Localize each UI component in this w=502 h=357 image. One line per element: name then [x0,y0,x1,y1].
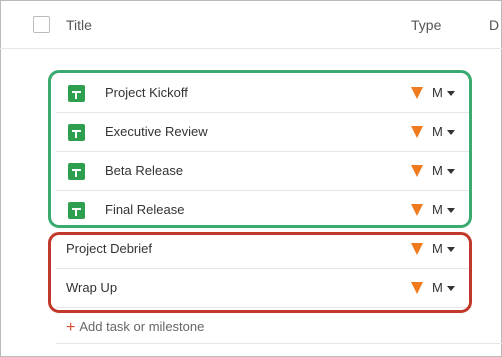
tasks-highlight-box [48,232,472,313]
select-all-checkbox[interactable] [33,16,50,33]
add-task-label: Add task or milestone [79,319,205,334]
divider [56,343,502,344]
column-header-title[interactable]: Title [66,17,92,33]
table-header: Title Type D [0,0,502,49]
milestones-highlight-box [48,70,472,228]
plus-icon: + [66,319,76,336]
column-header-next[interactable]: D [489,17,499,33]
column-header-type[interactable]: Type [411,17,441,33]
add-task-button[interactable]: + Add task or milestone [66,318,204,336]
